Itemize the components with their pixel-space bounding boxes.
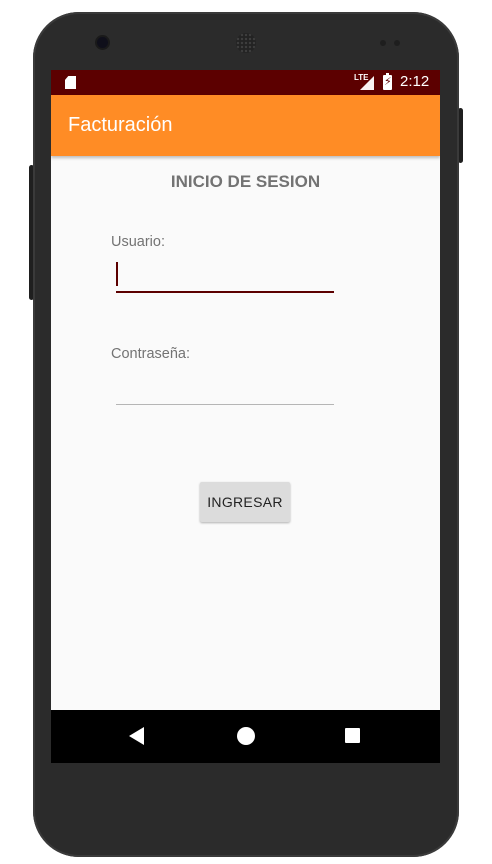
- navigation-bar: [51, 710, 440, 763]
- front-camera: [97, 37, 108, 48]
- login-button[interactable]: INGRESAR: [200, 482, 290, 522]
- username-label: Usuario:: [111, 234, 165, 250]
- text-cursor: [116, 262, 118, 286]
- proximity-sensor: [380, 40, 386, 46]
- home-icon[interactable]: [237, 727, 255, 745]
- username-input[interactable]: [116, 257, 334, 293]
- status-time: 2:12: [400, 73, 430, 90]
- sd-card-icon: [65, 76, 76, 89]
- status-bar: LTE ⚡ 2:12: [51, 70, 440, 95]
- password-input[interactable]: [116, 370, 334, 405]
- battery-charging-icon: ⚡: [383, 73, 392, 90]
- app-title: Facturación: [68, 114, 173, 136]
- login-heading: INICIO DE SESION: [170, 172, 321, 191]
- app-bar: Facturación: [51, 95, 440, 156]
- recents-icon[interactable]: [345, 728, 360, 743]
- network-type: LTE: [354, 73, 369, 82]
- earpiece-speaker: [236, 33, 256, 53]
- light-sensor: [394, 40, 400, 46]
- back-icon[interactable]: [129, 727, 144, 745]
- screen: LTE ⚡ 2:12 Facturación INICIO DE SESION …: [51, 70, 440, 763]
- password-label: Contraseña:: [111, 346, 190, 362]
